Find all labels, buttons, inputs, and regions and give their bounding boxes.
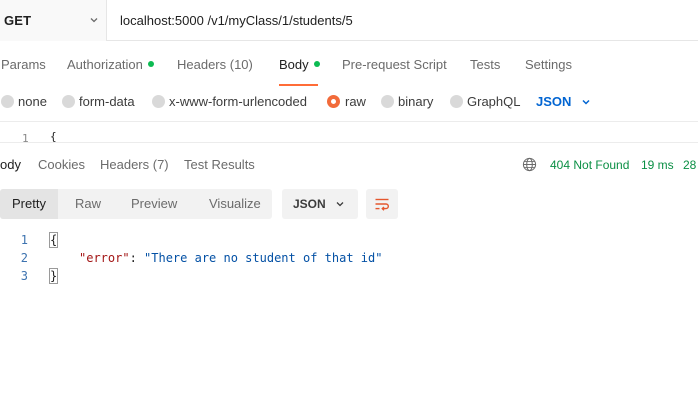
- line-number: 3: [20, 269, 28, 283]
- format-raw[interactable]: Raw: [75, 189, 101, 219]
- tab-label: Body: [279, 57, 309, 72]
- active-tab-indicator: [279, 84, 318, 86]
- tab-label: Settings: [525, 57, 572, 72]
- tab-headers[interactable]: Headers (10): [177, 57, 253, 72]
- radio-label-form-data[interactable]: form-data: [79, 94, 135, 109]
- radio-none[interactable]: [1, 95, 14, 108]
- status-dot: [147, 61, 154, 67]
- url-bar: GET localhost:5000 /v1/myClass/1/student…: [0, 0, 698, 41]
- response-language-label: JSON: [293, 197, 326, 211]
- tab-cookies[interactable]: Cookies: [38, 157, 85, 172]
- request-body-editor[interactable]: 1 {: [0, 121, 698, 143]
- globe-icon[interactable]: [522, 157, 537, 172]
- line-number: 2: [20, 251, 28, 265]
- response-time[interactable]: 19 ms: [641, 158, 674, 172]
- tab-params[interactable]: Params: [1, 57, 46, 72]
- radio-label-none[interactable]: none: [18, 94, 47, 109]
- format-pretty[interactable]: Pretty: [0, 189, 58, 219]
- wrap-lines-button[interactable]: [366, 189, 398, 219]
- tab-tests[interactable]: Tests: [470, 57, 500, 72]
- url-input[interactable]: localhost:5000 /v1/myClass/1/students/5: [120, 13, 353, 28]
- radio-label-x-www-form-urlencoded[interactable]: x-www-form-urlencoded: [169, 94, 307, 109]
- method-label: GET: [4, 13, 32, 28]
- format-preview[interactable]: Preview: [131, 189, 177, 219]
- tab-response-body[interactable]: ody: [0, 157, 21, 172]
- tab-label: Pre-request Script: [342, 57, 447, 72]
- line-number: 1: [22, 132, 29, 143]
- radio-form-data[interactable]: [62, 95, 75, 108]
- radio-binary[interactable]: [381, 95, 394, 108]
- editor-content: {: [50, 130, 57, 143]
- tab-response-headers[interactable]: Headers (7): [100, 157, 169, 172]
- code-line: 2 "error": "There are no student of that…: [0, 251, 698, 269]
- radio-label-binary[interactable]: binary: [398, 94, 433, 109]
- tab-label: Params: [1, 57, 46, 72]
- json-open-brace: {: [48, 232, 59, 248]
- chevron-down-icon: [90, 18, 98, 23]
- request-tabs: Params Authorization Headers (10) Body P…: [0, 41, 698, 87]
- radio-graphql[interactable]: [450, 95, 463, 108]
- wrap-lines-icon: [375, 198, 389, 211]
- tab-body[interactable]: Body: [279, 57, 320, 72]
- tab-label: Headers (10): [177, 57, 253, 72]
- radio-raw[interactable]: [327, 95, 340, 108]
- json-value: "There are no student of that id": [144, 251, 383, 265]
- line-number: 1: [20, 233, 28, 247]
- tab-pre-request-script[interactable]: Pre-request Script: [342, 57, 447, 72]
- raw-language-select[interactable]: JSON: [536, 94, 571, 109]
- tab-label: Tests: [470, 57, 501, 72]
- radio-x-www-form-urlencoded[interactable]: [152, 95, 165, 108]
- chevron-down-icon[interactable]: [580, 96, 592, 108]
- tab-authorization[interactable]: Authorization: [67, 57, 154, 72]
- status-dot: [313, 61, 320, 67]
- response-language-select[interactable]: JSON: [282, 189, 358, 219]
- code-line: 3 }: [0, 268, 698, 287]
- radio-label-graphql[interactable]: GraphQL: [467, 94, 520, 109]
- chevron-down-icon: [336, 202, 344, 207]
- code-line: 1 {: [0, 232, 698, 251]
- radio-label-raw[interactable]: raw: [345, 94, 366, 109]
- format-visualize[interactable]: Visualize: [209, 189, 261, 219]
- tab-test-results[interactable]: Test Results: [184, 157, 255, 172]
- json-entry: "error": "There are no student of that i…: [79, 251, 382, 265]
- response-status[interactable]: 404 Not Found: [550, 158, 629, 172]
- body-type-radio-group: none form-data x-www-form-urlencoded raw…: [0, 87, 698, 117]
- response-size[interactable]: 28: [683, 158, 696, 172]
- json-colon: :: [129, 251, 145, 265]
- json-key: "error": [79, 251, 130, 265]
- tab-label: Authorization: [67, 57, 143, 72]
- json-close-brace: }: [48, 268, 59, 284]
- method-select[interactable]: GET: [0, 0, 107, 41]
- tab-settings[interactable]: Settings: [525, 57, 572, 72]
